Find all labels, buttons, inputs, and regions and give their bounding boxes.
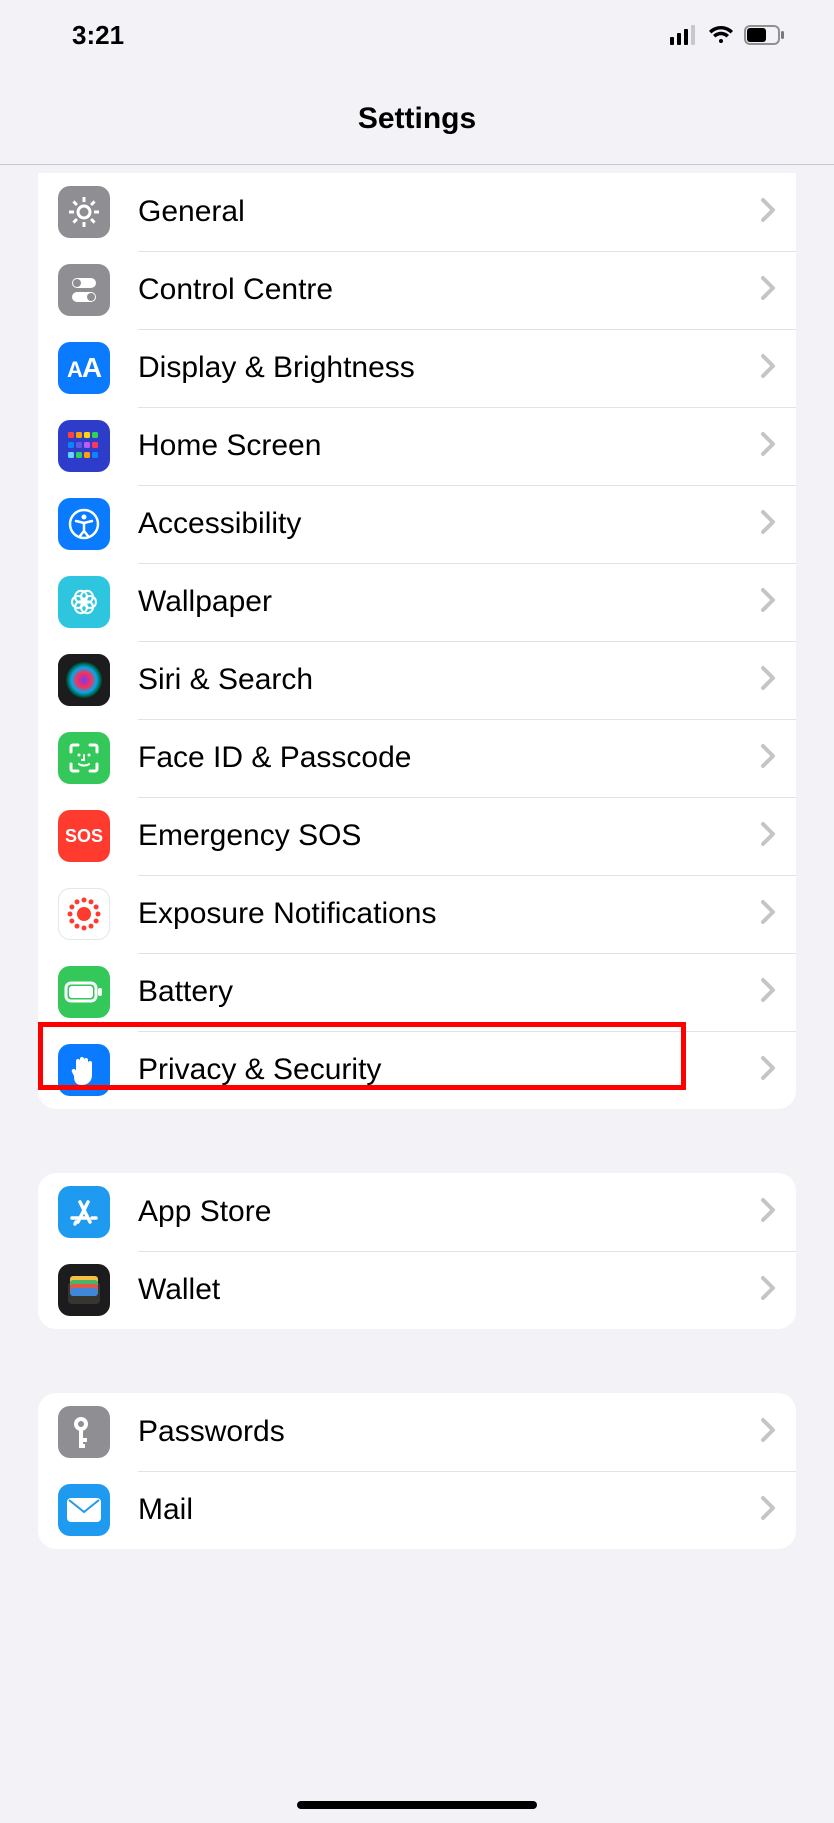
settings-row-label: App Store [138, 1195, 750, 1229]
settings-row-label: Exposure Notifications [138, 897, 750, 931]
status-time: 3:21 [72, 20, 124, 51]
sos-icon: SOS [58, 810, 110, 862]
settings-row-wallpaper[interactable]: Wallpaper [38, 563, 796, 641]
chevron-right-icon [760, 743, 776, 774]
wifi-icon [708, 25, 734, 45]
settings-row-label: Privacy & Security [138, 1053, 750, 1087]
chevron-right-icon [760, 1495, 776, 1526]
key-icon [58, 1406, 110, 1458]
settings-row-siri-search[interactable]: Siri & Search [38, 641, 796, 719]
chevron-right-icon [760, 977, 776, 1008]
chevron-right-icon [760, 431, 776, 462]
settings-row-label: Wallet [138, 1273, 750, 1307]
chevron-right-icon [760, 1055, 776, 1086]
settings-row-label: Emergency SOS [138, 819, 750, 853]
status-indicators [670, 25, 786, 45]
settings-row-label: General [138, 195, 750, 229]
chevron-right-icon [760, 509, 776, 540]
chevron-right-icon [760, 821, 776, 852]
settings-row-label: Battery [138, 975, 750, 1009]
settings-row-app-store[interactable]: App Store [38, 1173, 796, 1251]
settings-row-exposure-notifications[interactable]: Exposure Notifications [38, 875, 796, 953]
chevron-right-icon [760, 1275, 776, 1306]
chevron-right-icon [760, 275, 776, 306]
settings-group: App Store Wallet [38, 1173, 796, 1329]
toggles-icon [58, 264, 110, 316]
settings-row-privacy-security[interactable]: Privacy & Security [38, 1031, 796, 1109]
battery-icon [58, 966, 110, 1018]
chevron-right-icon [760, 353, 776, 384]
settings-row-passwords[interactable]: Passwords [38, 1393, 796, 1471]
flower-icon [58, 576, 110, 628]
grid-apps-icon [58, 420, 110, 472]
settings-row-wallet[interactable]: Wallet [38, 1251, 796, 1329]
chevron-right-icon [760, 899, 776, 930]
settings-row-mail[interactable]: Mail [38, 1471, 796, 1549]
settings-row-label: Display & Brightness [138, 351, 750, 385]
home-indicator [297, 1801, 537, 1809]
app-store-icon [58, 1186, 110, 1238]
mail-icon [58, 1484, 110, 1536]
settings-row-label: Mail [138, 1493, 750, 1527]
chevron-right-icon [760, 587, 776, 618]
settings-row-label: Wallpaper [138, 585, 750, 619]
settings-row-home-screen[interactable]: Home Screen [38, 407, 796, 485]
gear-icon [58, 186, 110, 238]
settings-row-label: Face ID & Passcode [138, 741, 750, 775]
chevron-right-icon [760, 197, 776, 228]
settings-row-battery[interactable]: Battery [38, 953, 796, 1031]
siri-icon [58, 654, 110, 706]
battery-status-icon [744, 25, 786, 45]
settings-row-label: Control Centre [138, 273, 750, 307]
settings-row-label: Passwords [138, 1415, 750, 1449]
settings-row-display-brightness[interactable]: AA Display & Brightness [38, 329, 796, 407]
hand-icon [58, 1044, 110, 1096]
settings-row-face-id-passcode[interactable]: Face ID & Passcode [38, 719, 796, 797]
face-id-icon [58, 732, 110, 784]
settings-row-label: Siri & Search [138, 663, 750, 697]
settings-row-general[interactable]: General [38, 173, 796, 251]
settings-row-emergency-sos[interactable]: SOS Emergency SOS [38, 797, 796, 875]
settings-row-control-centre[interactable]: Control Centre [38, 251, 796, 329]
settings-row-label: Home Screen [138, 429, 750, 463]
wallet-icon [58, 1264, 110, 1316]
accessibility-icon [58, 498, 110, 550]
chevron-right-icon [760, 1417, 776, 1448]
settings-row-accessibility[interactable]: Accessibility [38, 485, 796, 563]
exposure-icon [58, 888, 110, 940]
cellular-icon [670, 25, 698, 45]
text-aa-icon: AA [58, 342, 110, 394]
settings-row-label: Accessibility [138, 507, 750, 541]
settings-group: Passwords Mail [38, 1393, 796, 1549]
settings-group: General Control Centre AA Display & Brightn… [38, 173, 796, 1109]
page-title: Settings [0, 70, 834, 165]
chevron-right-icon [760, 1197, 776, 1228]
chevron-right-icon [760, 665, 776, 696]
status-bar: 3:21 [0, 0, 834, 70]
